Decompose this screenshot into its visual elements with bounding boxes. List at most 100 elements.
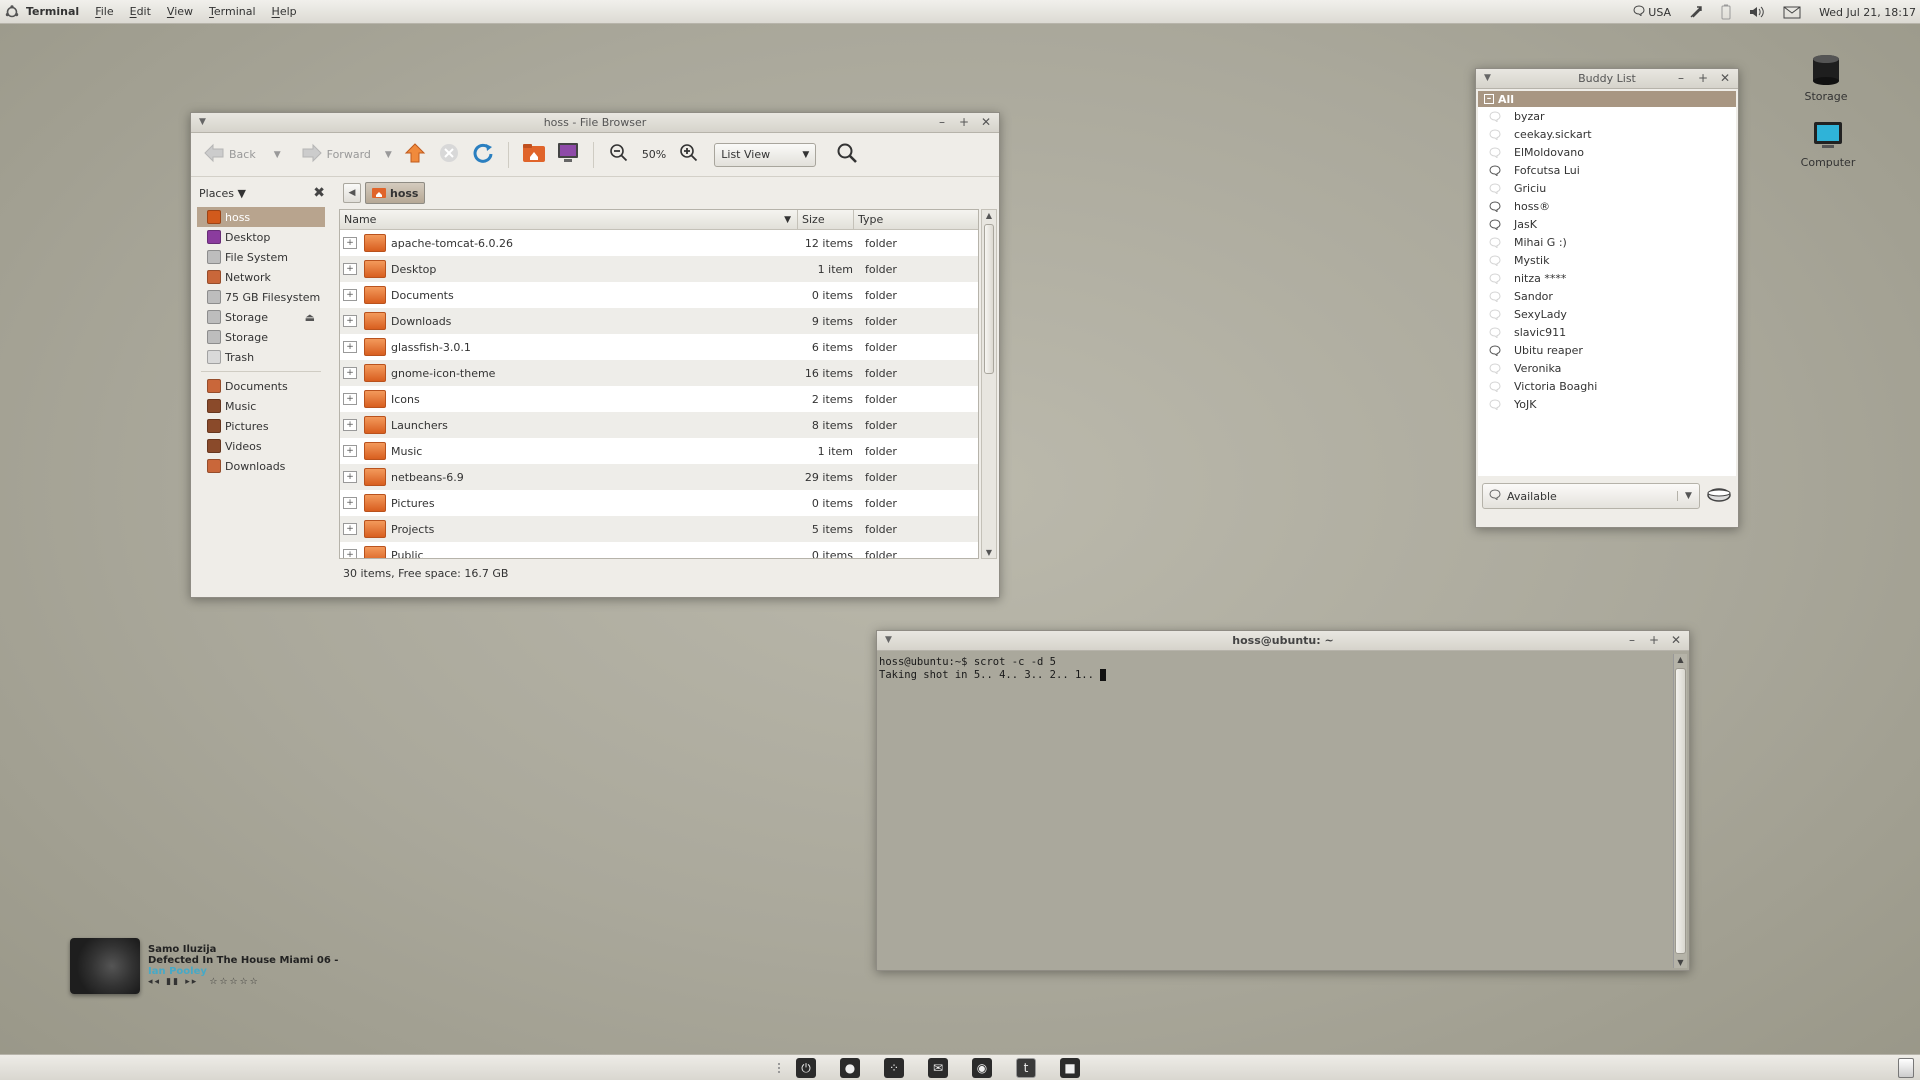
search-button[interactable] <box>832 140 862 170</box>
expand-icon[interactable]: + <box>343 263 357 275</box>
minimize-button[interactable]: – <box>1674 71 1688 85</box>
sidebar-item-75-gb-filesystem[interactable]: 75 GB Filesystem <box>197 287 325 307</box>
forward-history-dropdown-icon[interactable]: ▼ <box>385 150 392 160</box>
table-row[interactable]: + Projects 5 items folder <box>340 516 978 542</box>
sidebar-item-storage[interactable]: Storage <box>197 327 325 347</box>
expand-icon[interactable]: + <box>343 523 357 535</box>
rating-stars[interactable]: ☆☆☆☆☆ <box>209 977 259 987</box>
list-item[interactable]: byzar <box>1478 107 1736 125</box>
window-menu-icon[interactable]: ▼ <box>885 635 892 645</box>
collapse-icon[interactable]: – <box>1484 94 1494 104</box>
list-item[interactable]: YoJK <box>1478 395 1736 413</box>
minimize-button[interactable]: – <box>1625 633 1639 647</box>
column-header-type[interactable]: Type <box>854 210 978 229</box>
status-select[interactable]: Available ▼ <box>1482 483 1700 509</box>
desktop-icon-storage[interactable]: Storage <box>1794 52 1858 103</box>
up-button[interactable] <box>400 140 430 170</box>
terminal-titlebar[interactable]: ▼ hoss@ubuntu: ~ – + ✕ <box>877 631 1689 651</box>
sidebar-item-desktop[interactable]: Desktop <box>197 227 325 247</box>
buddy-group-header[interactable]: – All <box>1478 91 1736 107</box>
table-row[interactable]: + Launchers 8 items folder <box>340 412 978 438</box>
network-icon[interactable] <box>1689 5 1703 19</box>
dock-music-icon[interactable]: ◉ <box>972 1058 992 1078</box>
close-button[interactable]: ✕ <box>1718 71 1732 85</box>
list-item[interactable]: Victoria Boaghi <box>1478 377 1736 395</box>
close-button[interactable]: ✕ <box>1669 633 1683 647</box>
list-item[interactable]: Mystik <box>1478 251 1736 269</box>
back-history-dropdown-icon[interactable]: ▼ <box>274 150 281 160</box>
scroll-down-arrow[interactable]: ▼ <box>982 548 996 557</box>
menu-terminal[interactable]: Terminal <box>209 5 256 18</box>
dock-terminal-icon[interactable]: t <box>1016 1058 1036 1078</box>
expand-icon[interactable]: + <box>343 445 357 457</box>
expand-icon[interactable]: + <box>343 471 357 483</box>
sidebar-item-music[interactable]: Music <box>197 396 325 416</box>
minimize-button[interactable]: – <box>935 115 949 129</box>
list-item[interactable]: Fofcutsa Lui <box>1478 161 1736 179</box>
expand-icon[interactable]: + <box>343 393 357 405</box>
maximize-button[interactable]: + <box>1647 633 1661 647</box>
sidebar-item-file-system[interactable]: File System <box>197 247 325 267</box>
scroll-down-arrow[interactable]: ▼ <box>1674 958 1687 967</box>
places-dropdown[interactable]: Places ▼ <box>199 187 246 200</box>
zoom-in-button[interactable] <box>674 140 704 170</box>
column-header-size[interactable]: Size <box>798 210 854 229</box>
table-row[interactable]: + apache-tomcat-6.0.26 12 items folder <box>340 230 978 256</box>
close-button[interactable]: ✕ <box>979 115 993 129</box>
table-row[interactable]: + Downloads 9 items folder <box>340 308 978 334</box>
list-item[interactable]: Ubitu reaper <box>1478 341 1736 359</box>
view-mode-select[interactable]: List View ▼ <box>714 142 817 167</box>
table-row[interactable]: + Documents 0 items folder <box>340 282 978 308</box>
list-item[interactable]: ElMoldovano <box>1478 143 1736 161</box>
expand-icon[interactable]: + <box>343 549 357 558</box>
scrollbar-thumb[interactable] <box>984 224 994 374</box>
clock[interactable]: Wed Jul 21, 18:17 <box>1819 6 1916 19</box>
sidebar-item-downloads[interactable]: Downloads <box>197 456 325 476</box>
buddy-list-titlebar[interactable]: ▼ Buddy List – + ✕ <box>1476 69 1738 89</box>
stop-button[interactable] <box>434 140 464 170</box>
file-browser-titlebar[interactable]: ▼ hoss - File Browser – + ✕ <box>191 113 999 133</box>
breadcrumb-home[interactable]: hoss <box>365 182 426 204</box>
dock-grip[interactable] <box>778 1063 780 1073</box>
dock-chat-icon[interactable]: ● <box>840 1058 860 1078</box>
sidebar-item-documents[interactable]: Documents <box>197 376 325 396</box>
list-item[interactable]: Sandor <box>1478 287 1736 305</box>
home-button[interactable] <box>519 140 549 170</box>
dock-apps-icon[interactable]: ⁘ <box>884 1058 904 1078</box>
computer-button[interactable] <box>553 140 583 170</box>
file-list-scrollbar[interactable]: ▲ ▼ <box>981 209 997 559</box>
ubuntu-logo-icon[interactable] <box>4 4 20 20</box>
keyboard-layout-indicator[interactable]: USA <box>1633 5 1671 19</box>
dock-mail-icon[interactable]: ✉ <box>928 1058 948 1078</box>
table-row[interactable]: + glassfish-3.0.1 6 items folder <box>340 334 978 360</box>
sidebar-item-network[interactable]: Network <box>197 267 325 287</box>
menu-file[interactable]: File <box>95 5 113 18</box>
list-item[interactable]: hoss® <box>1478 197 1736 215</box>
menu-view[interactable]: View <box>167 5 193 18</box>
close-sidebar-icon[interactable]: ✖ <box>313 185 325 201</box>
table-row[interactable]: + Music 1 item folder <box>340 438 978 464</box>
terminal-scrollbar[interactable]: ▲ ▼ <box>1673 654 1687 968</box>
list-item[interactable]: SexyLady <box>1478 305 1736 323</box>
status-message-icon[interactable] <box>1706 485 1732 508</box>
table-row[interactable]: + Desktop 1 item folder <box>340 256 978 282</box>
table-row[interactable]: + Pictures 0 items folder <box>340 490 978 516</box>
window-menu-icon[interactable]: ▼ <box>1484 73 1491 83</box>
expand-icon[interactable]: + <box>343 497 357 509</box>
column-header-name[interactable]: Name ▼ <box>340 210 798 229</box>
list-item[interactable]: nitza **** <box>1478 269 1736 287</box>
breadcrumb-left-arrow[interactable]: ◀ <box>343 183 361 203</box>
expand-icon[interactable]: + <box>343 289 357 301</box>
dock-power-icon[interactable]: ⏻ <box>796 1058 816 1078</box>
table-row[interactable]: + Icons 2 items folder <box>340 386 978 412</box>
eject-icon[interactable]: ⏏ <box>305 311 315 324</box>
expand-icon[interactable]: + <box>343 341 357 353</box>
scroll-up-arrow[interactable]: ▲ <box>1674 655 1687 664</box>
sidebar-item-videos[interactable]: Videos <box>197 436 325 456</box>
battery-icon[interactable] <box>1721 4 1731 20</box>
list-item[interactable]: Veronika <box>1478 359 1736 377</box>
desktop-icon-computer[interactable]: Computer <box>1796 118 1860 169</box>
zoom-out-button[interactable] <box>604 140 634 170</box>
sidebar-item-storage[interactable]: Storage ⏏ <box>197 307 325 327</box>
trash-icon[interactable] <box>1898 1058 1914 1078</box>
